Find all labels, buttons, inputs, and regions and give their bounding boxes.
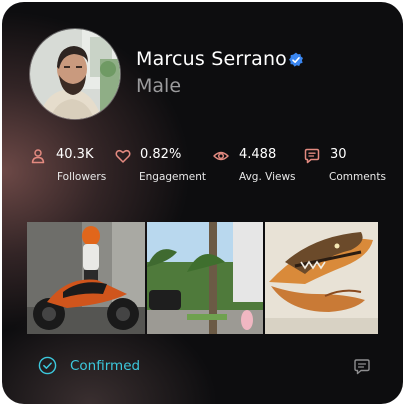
stat-engagement-value: 0.82% xyxy=(140,147,182,162)
heart-icon xyxy=(115,149,131,163)
palm-street-photo xyxy=(147,222,263,334)
profile-card: Marcus Serrano Male 40.3K Followers 0.82… xyxy=(2,2,403,404)
crocodile-mural-photo xyxy=(265,222,378,334)
avatar-image xyxy=(30,29,120,119)
profile-name: Marcus Serrano xyxy=(136,48,288,70)
stat-views-value: 4.488 xyxy=(239,147,277,162)
check-circle-icon xyxy=(38,356,57,375)
confirmed-status-label: Confirmed xyxy=(70,358,141,374)
stat-comments-label: Comments xyxy=(329,171,386,183)
person-icon xyxy=(31,149,45,164)
avatar[interactable] xyxy=(29,28,121,120)
verified-badge-icon xyxy=(289,52,303,67)
chat-icon[interactable] xyxy=(353,358,371,376)
eye-icon xyxy=(213,151,229,161)
gallery-photo-street[interactable] xyxy=(147,222,263,334)
stat-comments-value: 30 xyxy=(330,147,347,162)
stat-followers-value: 40.3K xyxy=(56,147,94,162)
gallery-photo-mural[interactable] xyxy=(265,222,378,334)
stat-followers-label: Followers xyxy=(57,171,107,183)
profile-gender: Male xyxy=(136,75,182,97)
motorcycle-photo xyxy=(27,222,145,334)
stat-views-label: Avg. Views xyxy=(239,171,296,183)
comment-icon xyxy=(304,148,320,164)
gallery-photo-motorcycle[interactable] xyxy=(27,222,145,334)
stat-engagement-label: Engagement xyxy=(139,171,206,183)
